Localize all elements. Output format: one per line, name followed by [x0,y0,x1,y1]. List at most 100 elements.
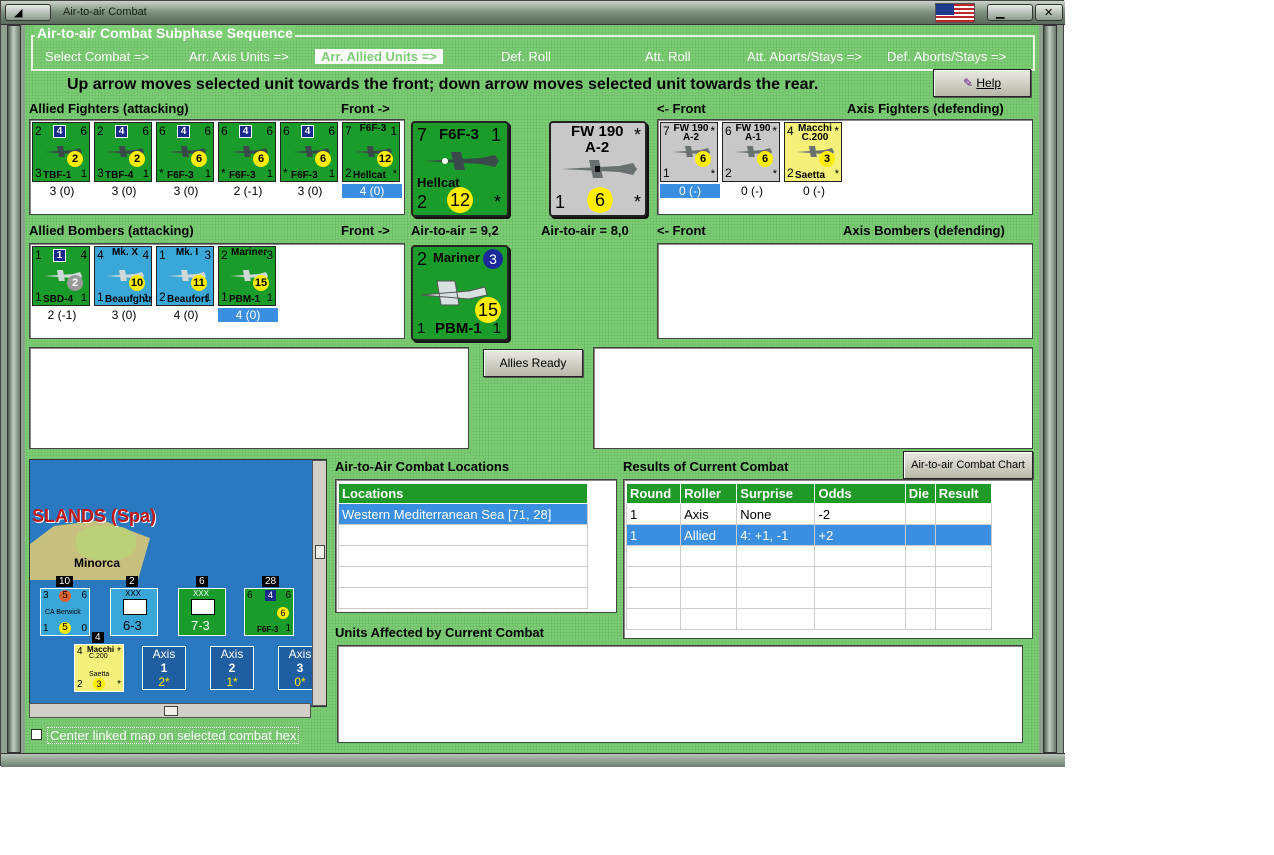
counter-br: 1 [142,292,149,304]
allied-bomber-big-counter[interactable]: 2 Mariner 3 15 1 PBM-1 1 [411,245,509,341]
allied-bombers-box[interactable]: 1 4 1 2 1 SBD-4 1 2 (-1) 4 4 Mk. X 10 1 Beaufghtr 1 3 (… [29,243,405,339]
allied-fighters-box[interactable]: 2 6 4 2 3 TBF-1 1 3 (0) 2 6 4 2 3 TBF-4 1 3 (0) 6 6 4 6 * F6F… [29,119,405,215]
counter-badge: 4 [53,125,66,138]
allied-fighter-counter[interactable]: 2 6 4 2 3 TBF-4 1 [94,122,152,182]
map-vertical-scrollbar[interactable] [312,460,326,706]
minimize-button[interactable]: ▁ [987,4,1033,21]
counter-strength: 2 [67,275,83,291]
cell [934,524,993,546]
allied-fighter-value[interactable]: 3 (0) [156,184,216,198]
col-die[interactable]: Die [904,483,936,504]
f6f-tr: 6 [285,590,291,601]
counter-name: TBF-4 [105,170,134,181]
allied-fighter-counter[interactable]: 2 6 4 2 3 TBF-1 1 [32,122,90,182]
allied-bomber-counter[interactable]: 1 3 Mk. I 11 2 Beaufort 1 [156,246,214,306]
allied-fighter-value[interactable]: 2 (-1) [218,184,278,198]
results-table-box[interactable]: Round Roller Surprise Odds Die Result 1 … [623,479,1033,639]
col-round[interactable]: Round [625,483,682,504]
help-button[interactable]: ✎ Help [933,69,1031,97]
stack-count-1: 10 [56,576,74,587]
col-odds[interactable]: Odds [814,483,906,504]
cell: Axis [680,503,738,525]
counter-br: * [392,168,397,180]
allies-ready-button[interactable]: Allies Ready [483,349,583,377]
map-macchi-counter[interactable]: 4 Macchi C.200 * Saetta 2 3 * [74,644,124,692]
empty-cell [338,566,588,588]
step-def-roll[interactable]: Def. Roll [501,49,551,64]
counter-strength: 6 [191,151,207,167]
result-row[interactable]: 1 Allied 4: +1, -1 +2 [625,524,993,546]
cell: Allied [680,524,738,546]
allied-fighter-value[interactable]: 3 (0) [32,184,92,198]
allied-message-box [29,347,469,449]
map-corps-counter-2[interactable]: XXX 7-3 [178,588,226,636]
map-f6f-counter[interactable]: 6 4 6 6 F6F-3 1 [244,588,294,636]
allied-fighter-big-counter[interactable]: 7 F6F-3 1 Hellcat 2 12 * [411,121,509,217]
step-arr-axis-units[interactable]: Arr. Axis Units => [189,49,289,64]
allied-bomber-value[interactable]: 4 (0) [156,308,216,322]
macchi-br: * [117,679,121,690]
location-row[interactable]: Western Mediterranean Sea [71, 28] [338,503,588,525]
ax-big-tr: * [633,125,641,145]
counter-bl: 2 [787,166,794,180]
cell: -2 [814,503,906,525]
axis-fighter-counter[interactable]: 4 * Macchi C.200 3 2 Saetta * [784,122,842,182]
axis-box-1-val: 2* [158,675,170,689]
allied-bomber-value[interactable]: 4 (0) [218,308,278,322]
step-select-combat[interactable]: Select Combat => [45,49,149,64]
close-button[interactable]: ✕ [1035,4,1063,21]
step-att-roll[interactable]: Att. Roll [645,49,691,64]
system-menu-button[interactable]: ◢ [5,4,51,21]
locations-list[interactable]: Locations Western Mediterranean Sea [71,… [335,479,617,613]
axis-bombers-box[interactable] [657,243,1033,339]
counter-br: 1 [80,292,87,304]
col-surprise[interactable]: Surprise [736,483,816,504]
allied-fighter-counter[interactable]: 7 1 F6F-3 12 2 Hellcat * [342,122,400,182]
axis-fighter-value[interactable]: 0 (-) [784,184,844,198]
col-roller[interactable]: Roller [680,483,738,504]
axis-fighter-value[interactable]: 0 (-) [722,184,782,198]
map-horizontal-scrollbar[interactable] [29,703,311,718]
subphase-title: Air-to-air Combat Subphase Sequence [35,25,295,41]
result-row[interactable]: 1 Axis None -2 [625,503,993,525]
allied-fighter-value[interactable]: 3 (0) [94,184,154,198]
counter-strength: 12 [377,151,393,167]
counter-tr: * [772,124,777,138]
map-hscroll-thumb[interactable] [164,706,178,716]
ab-big-name: Mariner [433,250,480,265]
step-def-aborts[interactable]: Def. Aborts/Stays => [887,49,1006,64]
map-vscroll-thumb[interactable] [315,545,325,559]
locations-header[interactable]: Locations [338,483,588,504]
map-naval-counter[interactable]: 3 5 6 CA Berwick 1 5 0 [40,588,90,636]
counter-br: * [834,168,839,180]
axis-fighter-counter[interactable]: 7 * FW 190 A-2 6 1 * [660,122,718,182]
center-map-checkbox[interactable] [31,729,42,740]
axis-fighter-counter[interactable]: 6 * FW 190 A-1 6 2 * [722,122,780,182]
step-att-aborts[interactable]: Att. Aborts/Stays => [747,49,862,64]
axis-box-2[interactable]: Axis 2 1* [210,646,254,690]
allied-fighter-counter[interactable]: 6 6 4 6 * F6F-3 1 [218,122,276,182]
allied-bomber-counter[interactable]: 1 4 1 2 1 SBD-4 1 [32,246,90,306]
col-result[interactable]: Result [934,483,993,504]
linked-map[interactable]: SLANDS (Spa) Minorca 10 3 5 6 CA Berwick… [29,459,327,707]
allied-bomber-value[interactable]: 2 (-1) [32,308,92,322]
step-arr-allied-units[interactable]: Arr. Allied Units => [315,49,443,64]
counter-strength: 15 [253,275,269,291]
allied-fighter-value[interactable]: 4 (0) [342,184,402,198]
axis-fighter-value[interactable]: 0 (-) [660,184,720,198]
axis-fighter-big-counter[interactable]: FW 190 A-2 * 1 6 * [549,121,647,217]
air-to-air-chart-button[interactable]: Air-to-air Combat Chart [903,451,1033,479]
allied-fighter-counter[interactable]: 6 6 4 6 * F6F-3 1 [156,122,214,182]
counter-br: 1 [266,168,273,180]
allied-bomber-counter[interactable]: 4 4 Mk. X 10 1 Beaufghtr 1 [94,246,152,306]
axis-box-1[interactable]: Axis 1 2* [142,646,186,690]
allied-bomber-counter[interactable]: 2 3 Mariner 15 1 PBM-1 1 [218,246,276,306]
counter-bl: 3 [35,166,42,180]
allied-fighter-counter[interactable]: 6 6 4 6 * F6F-3 1 [280,122,338,182]
counter-badge: 4 [301,125,314,138]
allied-bomber-value[interactable]: 3 (0) [94,308,154,322]
axis-fighters-box[interactable]: 7 * FW 190 A-2 6 1 * 0 (-) 6 * FW 190 A-1 6 2 * 0 (-)… [657,119,1033,215]
axis-fighters-label: Axis Fighters (defending) [847,101,1004,116]
map-corps-counter-1[interactable]: XXX 6-3 [110,588,158,636]
allied-fighter-value[interactable]: 3 (0) [280,184,340,198]
